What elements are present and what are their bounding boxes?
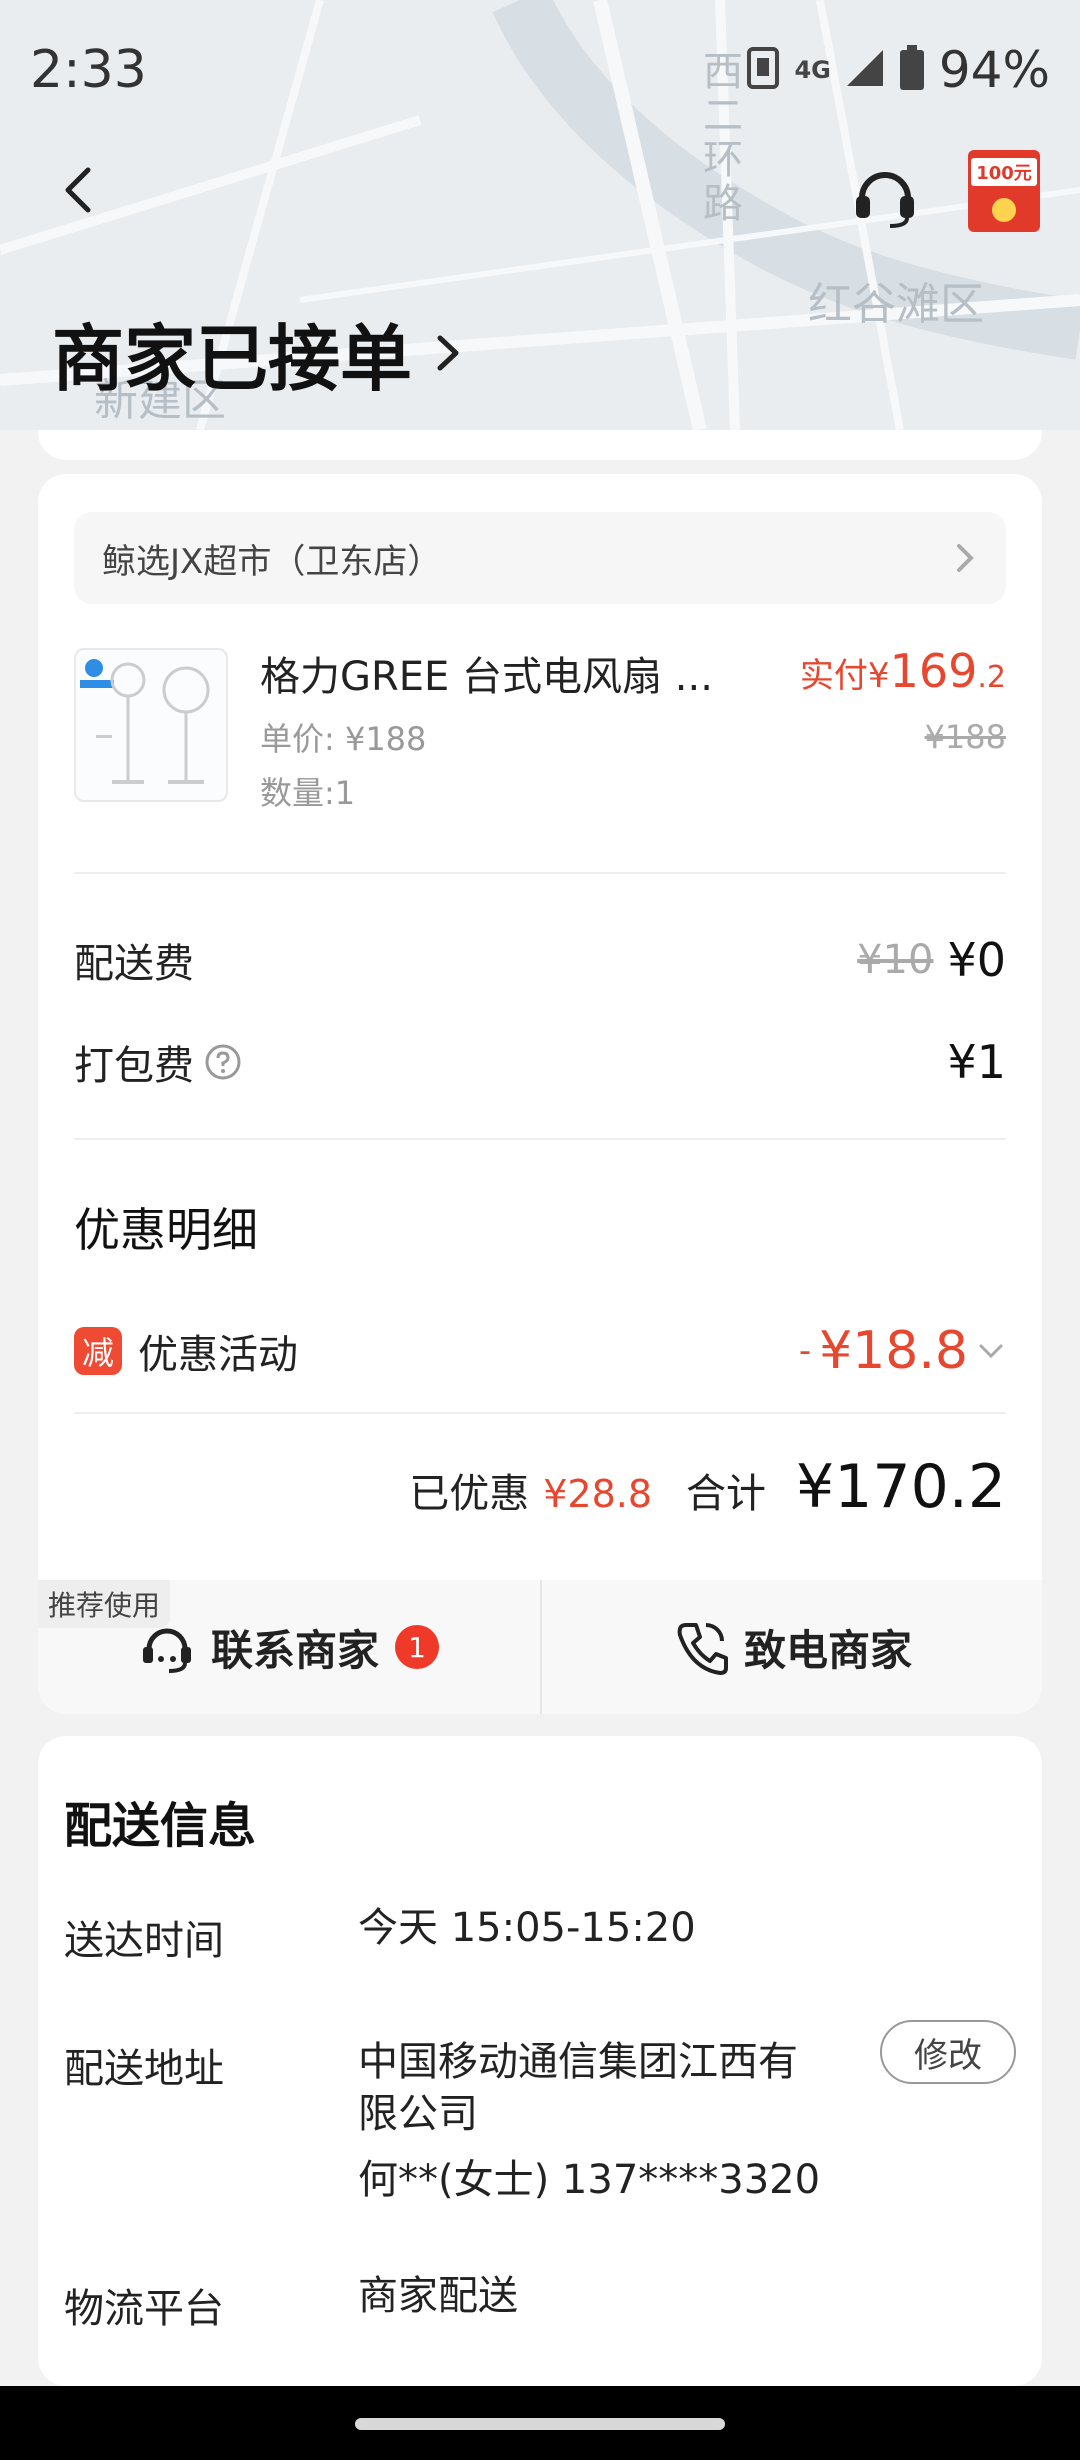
- divider: [74, 1138, 1006, 1140]
- shop-name: 鲸选JX超市（卫东店）: [102, 541, 442, 582]
- unread-badge: 1: [395, 1625, 439, 1669]
- delivery-info-card: 配送信息 送达时间 今天 15:05-15:20 配送地址 中国移动通信集团江西…: [38, 1736, 1042, 2386]
- discount-label: 优惠活动: [138, 1332, 298, 1378]
- packing-fee-label: 打包费: [74, 1043, 194, 1089]
- call-merchant-button[interactable]: 致电商家: [540, 1580, 1042, 1714]
- discount-amount: ¥18.8: [819, 1321, 968, 1381]
- edit-address-button[interactable]: 修改: [880, 2020, 1016, 2084]
- sim-icon: [746, 46, 780, 94]
- status-time: 2:33: [30, 40, 147, 100]
- logistics-platform-label: 物流平台: [64, 2286, 224, 2332]
- delivery-fee-row: 配送费 ¥10 ¥0: [74, 930, 1006, 990]
- delivery-address-label: 配送地址: [64, 2046, 224, 2092]
- contact-merchant-label: 联系商家: [210, 1625, 379, 1675]
- total-row: 已优惠 ¥28.8 合计 ¥170.2: [409, 1452, 1006, 1522]
- fan-product-image: [80, 659, 210, 784]
- red-packet-coupon-button[interactable]: 100元: [968, 150, 1040, 232]
- delivery-fee-original: ¥10: [857, 937, 934, 983]
- discount-badge: 减: [74, 1327, 122, 1375]
- packing-fee-value: ¥1: [947, 1035, 1006, 1089]
- product-image[interactable]: [74, 648, 228, 802]
- order-status-link[interactable]: 商家已接单: [52, 300, 462, 405]
- discount-title: 优惠明细: [74, 1203, 258, 1257]
- headset-icon: [856, 172, 914, 228]
- paid-prefix: 实付¥: [799, 656, 890, 696]
- unit-price: 单价: ¥188: [260, 720, 427, 758]
- saved-amount: ¥28.8: [543, 1472, 653, 1516]
- chevron-left-icon: [65, 167, 91, 213]
- customer-service-button[interactable]: [850, 160, 920, 230]
- paid-int: 169: [889, 644, 978, 698]
- original-price: ¥188: [924, 718, 1006, 756]
- order-card: 鲸选JX超市（卫东店） 格力GREE 台式电风扇 ... 单价: ¥188 数量…: [38, 474, 1042, 1714]
- call-merchant-label: 致电商家: [743, 1625, 912, 1675]
- chevron-down-icon: [979, 1344, 1003, 1359]
- address-line-1: 中国移动通信集团江西有: [358, 2039, 798, 2085]
- paid-dec: .2: [977, 660, 1006, 695]
- delivery-address: 中国移动通信集团江西有 限公司 何**(女士) 137****3320: [358, 2036, 820, 2206]
- delivery-fee-value: ¥0: [947, 933, 1006, 987]
- address-line-2: 限公司: [358, 2091, 478, 2137]
- map-label-district: 红谷滩区: [808, 279, 984, 330]
- recommend-tag: 推荐使用: [38, 1580, 171, 1628]
- discount-minus: -: [798, 1331, 812, 1371]
- paid-price: 实付¥169.2: [800, 644, 1006, 698]
- saved-label: 已优惠: [409, 1471, 530, 1517]
- packing-fee-row: 打包费 ¥1: [74, 1032, 1006, 1092]
- product-name[interactable]: 格力GREE 台式电风扇 ...: [260, 644, 713, 702]
- signal-icon: [845, 48, 885, 92]
- delivery-info-title: 配送信息: [64, 1798, 257, 1854]
- delivery-time-label: 送达时间: [64, 1918, 224, 1964]
- total-label: 合计: [686, 1471, 767, 1517]
- contact-merchant-button[interactable]: 推荐使用 联系商家 1: [38, 1580, 540, 1714]
- chevron-right-icon: [437, 335, 459, 370]
- home-gesture-bar[interactable]: [355, 2418, 725, 2430]
- delivery-time-value: 今天 15:05-15:20: [358, 1905, 696, 1951]
- logistics-platform-value: 商家配送: [358, 2273, 518, 2319]
- phone-icon: [677, 1623, 728, 1675]
- network-4g-icon: 4G: [794, 56, 831, 84]
- chevron-right-icon: [957, 544, 974, 572]
- address-contact: 何**(女士) 137****3320: [358, 2157, 821, 2203]
- quantity: 数量:1: [260, 774, 356, 812]
- battery-percent: 94%: [938, 41, 1050, 99]
- total-amount: ¥170.2: [796, 1452, 1006, 1522]
- shop-link[interactable]: 鲸选JX超市（卫东店）: [74, 512, 1006, 604]
- card-top-strip: [38, 430, 1042, 460]
- divider: [74, 1412, 1006, 1414]
- order-status-title: 商家已接单: [52, 317, 413, 401]
- delivery-fee-label: 配送费: [74, 941, 194, 987]
- status-bar: 2:33 4G 94%: [0, 0, 1080, 140]
- back-button[interactable]: [50, 160, 110, 220]
- system-nav-bar: [0, 2386, 1080, 2460]
- coin-icon: [992, 198, 1016, 222]
- divider: [74, 872, 1006, 874]
- discount-row[interactable]: 减 优惠活动 - ¥18.8: [74, 1316, 1006, 1386]
- contact-bar: 推荐使用 联系商家 1 致电商家: [38, 1580, 1042, 1714]
- top-nav: 100元: [0, 140, 1080, 240]
- help-icon[interactable]: [204, 1043, 242, 1081]
- coupon-amount: 100元: [971, 158, 1037, 186]
- battery-icon: [899, 45, 925, 95]
